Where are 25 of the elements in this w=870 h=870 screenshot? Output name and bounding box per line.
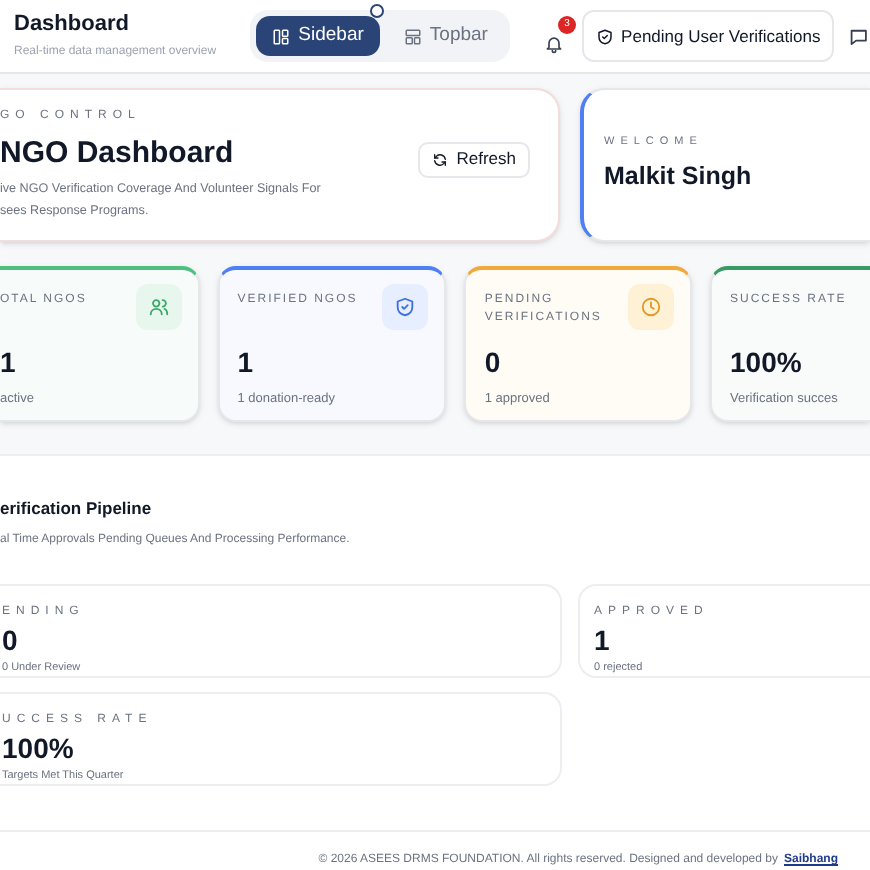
pending-verifications-button[interactable]: Pending User Verifications <box>581 10 835 62</box>
sidebar-layout-icon <box>272 27 291 45</box>
pipeline-value: 1 <box>594 623 612 656</box>
stat-value: 100% <box>730 344 804 382</box>
stat-value: 0 <box>484 344 503 382</box>
notifications-button[interactable] <box>541 32 566 56</box>
chat-icon[interactable] <box>848 25 870 47</box>
bell-icon <box>543 34 564 54</box>
shield-icon <box>595 27 614 45</box>
layout-tab[interactable]: Sidebar <box>256 16 380 56</box>
refresh-icon <box>432 151 449 167</box>
layout-tab[interactable]: Topbar <box>387 16 504 56</box>
refresh-button[interactable]: Refresh <box>418 141 530 177</box>
pipeline-value: 100% <box>2 731 76 764</box>
stat-value: 1 <box>0 344 18 382</box>
hero-title: NGO Dashboard <box>0 134 236 174</box>
clock-icon <box>628 284 674 330</box>
pipeline-value: 0 <box>2 623 20 656</box>
section-title: erification Pipeline <box>0 496 154 522</box>
user-name: Malkit Singh <box>604 160 754 195</box>
topbar-layout-icon <box>403 27 422 45</box>
shield-icon <box>382 284 429 330</box>
stat-value: 1 <box>237 344 256 382</box>
users-icon <box>135 284 182 330</box>
page-title: Dashboard <box>14 10 131 40</box>
